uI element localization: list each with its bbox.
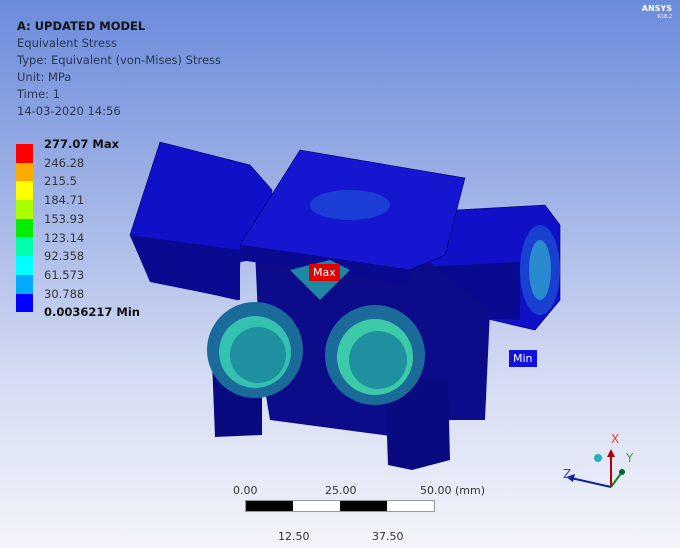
max-probe-label[interactable]: Max [309, 264, 340, 281]
legend-swatch [16, 274, 33, 294]
legend-swatch [16, 256, 33, 275]
legend-label: 123.14 [44, 230, 85, 245]
legend-label: 246.28 [44, 155, 85, 170]
legend-swatch [16, 218, 33, 238]
scale-bar [245, 500, 435, 512]
axis-y-label: Y [626, 451, 634, 465]
legend-label: 277.07 Max [44, 137, 120, 151]
model-viewport[interactable] [0, 0, 680, 548]
scale-tick-12-5: 12.50 [278, 530, 310, 543]
legend-swatch [16, 162, 33, 182]
legend-label: 153.93 [44, 211, 85, 226]
legend-label: 61.573 [44, 267, 85, 282]
legend-label: 0.0036217 Min [44, 305, 140, 320]
coordinate-triad[interactable] [566, 449, 625, 488]
axis-z-label: Z [563, 467, 572, 481]
scale-tick-0: 0.00 [233, 484, 258, 497]
scale-tick-50: 50.00 (mm) [420, 484, 486, 497]
legend-swatch [16, 237, 33, 257]
scale-tick-37-5: 37.50 [372, 530, 404, 543]
legend-swatch [16, 144, 33, 163]
legend-label: 30.788 [44, 286, 85, 301]
legend-swatch [16, 293, 33, 313]
legend-swatch [16, 200, 33, 219]
legend-label: 215.5 [44, 174, 77, 189]
legend-swatch [16, 181, 33, 201]
axis-x-label: X [611, 432, 620, 446]
legend-label: 184.71 [44, 193, 85, 208]
stress-model [129, 141, 561, 470]
color-legend: 277.07 Max 246.28 215.5 184.71 153.93 123.14 9… [16, 137, 140, 319]
scale-tick-25: 25.00 [325, 484, 357, 497]
legend-label: 92.358 [44, 249, 85, 264]
min-probe-label[interactable]: Min [509, 350, 537, 367]
